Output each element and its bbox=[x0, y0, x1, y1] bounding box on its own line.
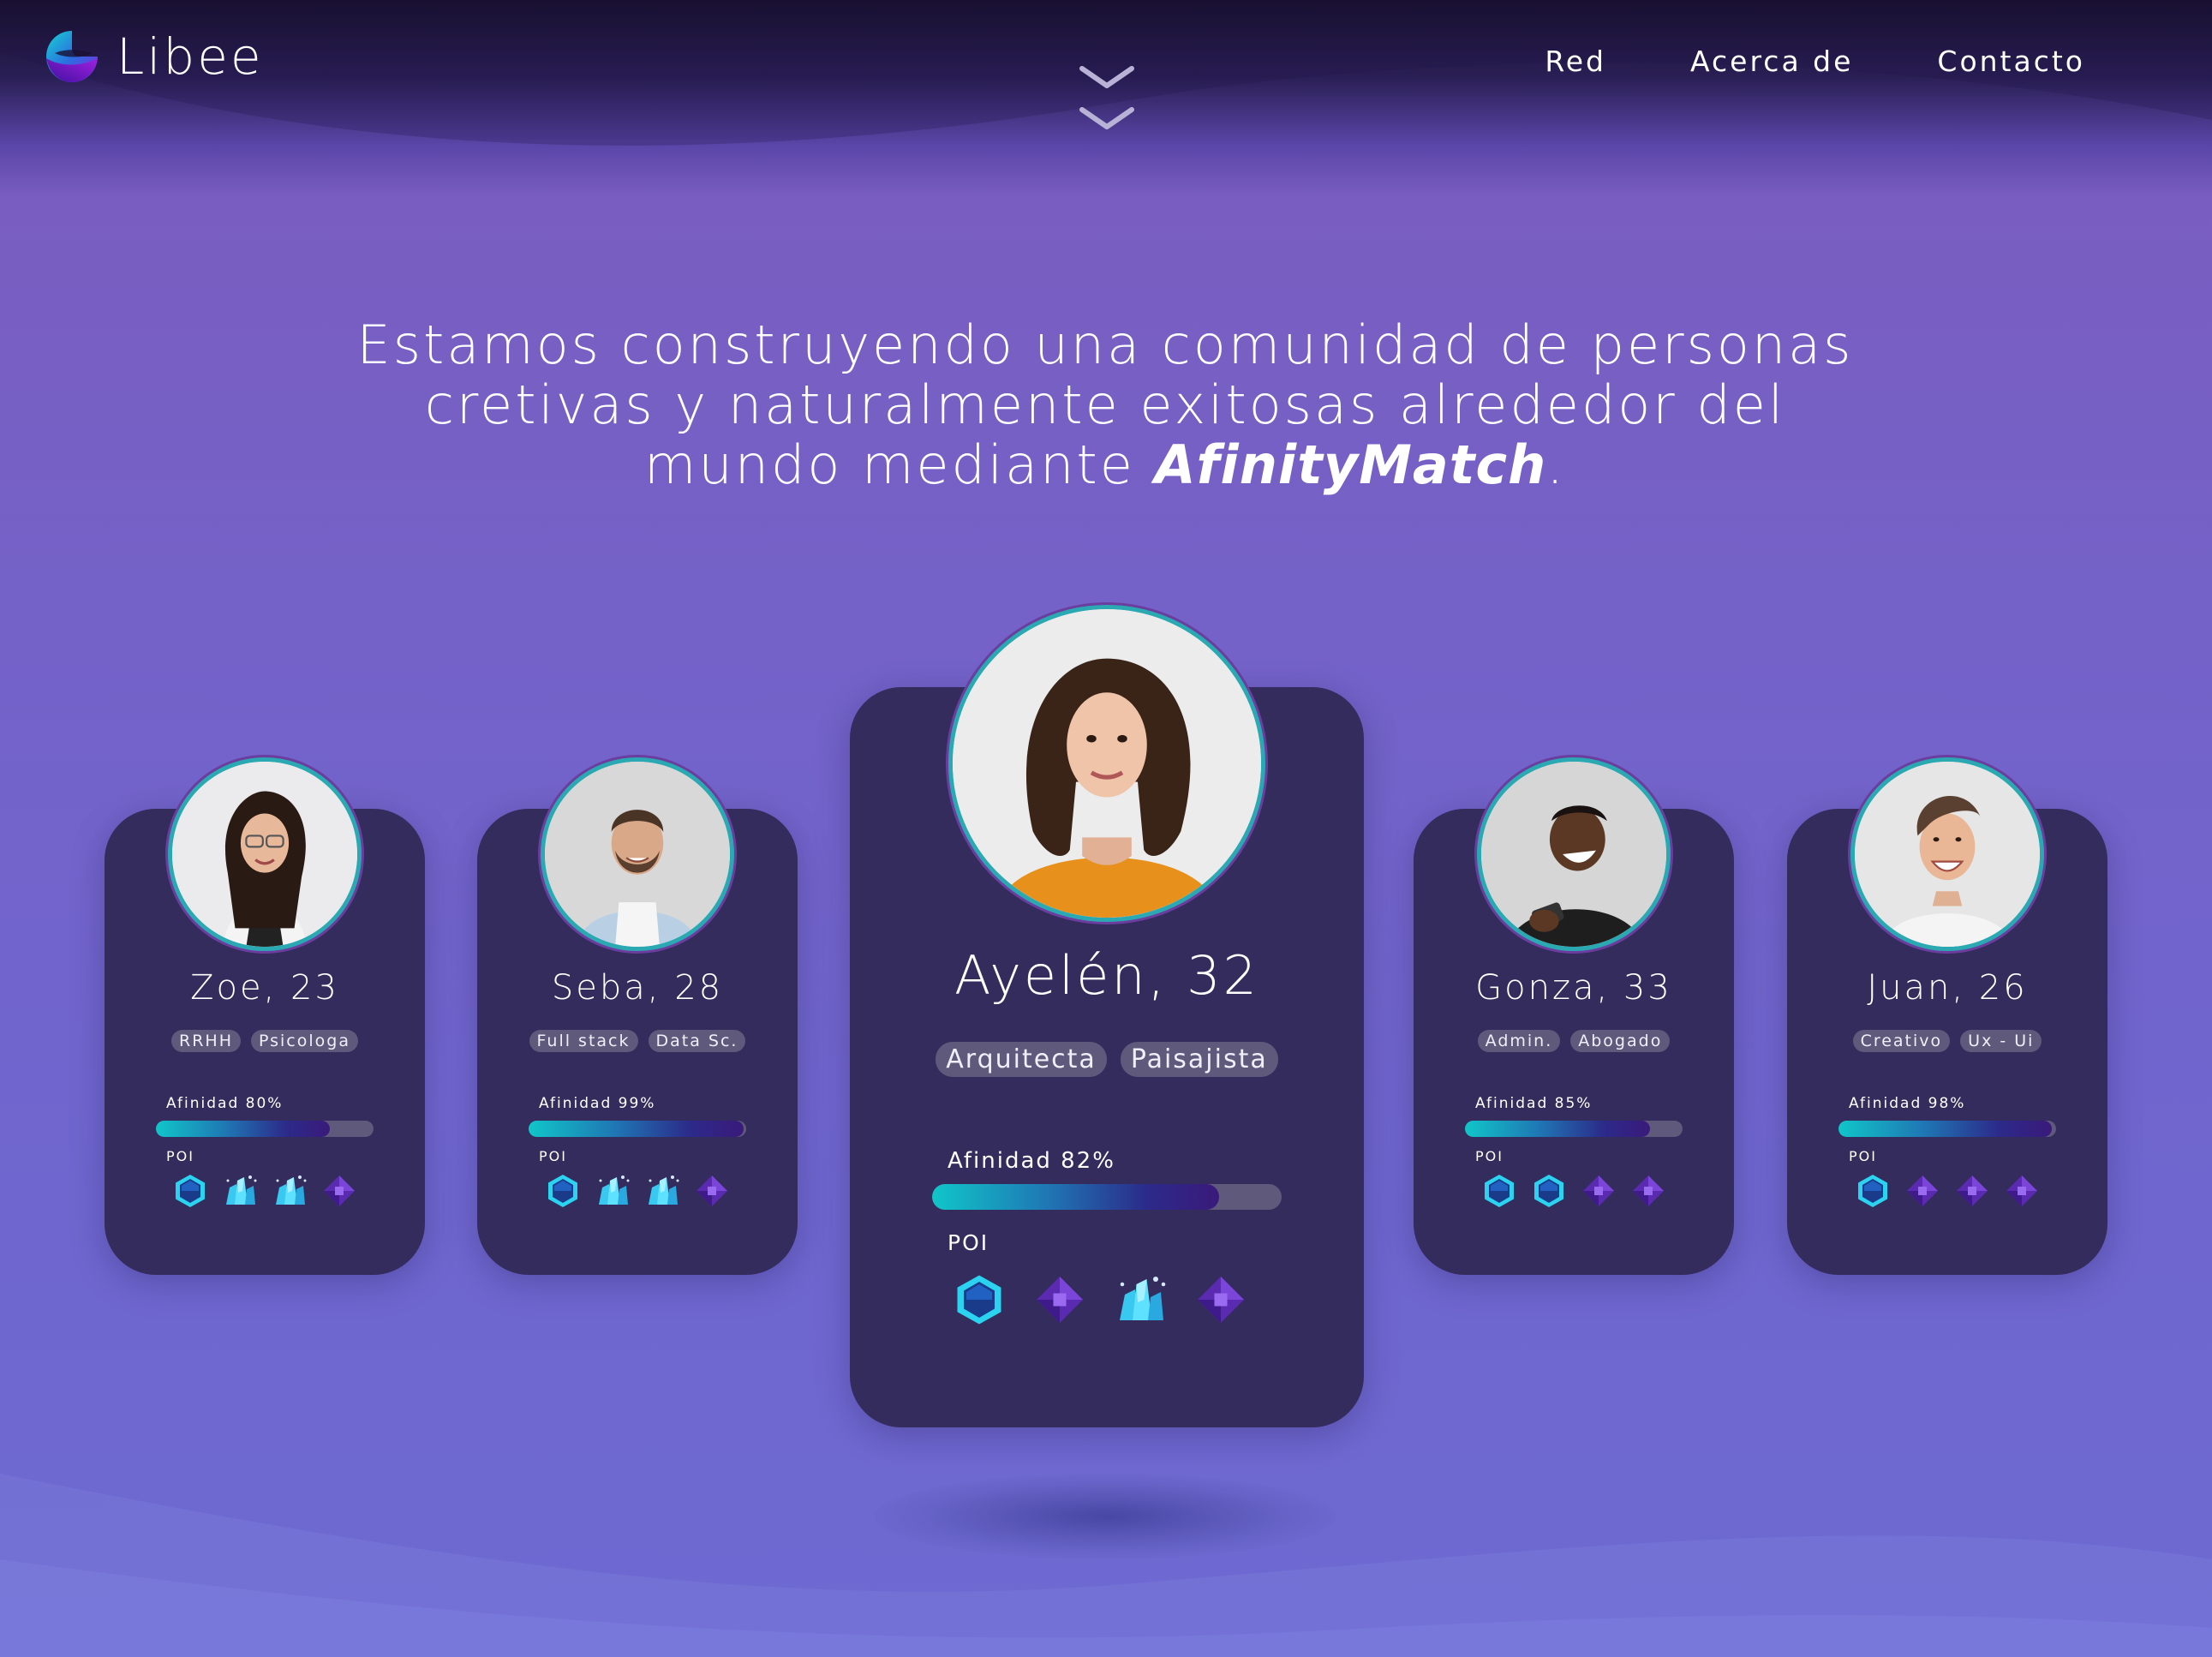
purple-diamond-icon[interactable] bbox=[1580, 1172, 1617, 1210]
affinity-label: Afinidad 99% bbox=[539, 1095, 656, 1112]
nav-link-contacto[interactable]: Contacto bbox=[1937, 45, 2085, 78]
hero-line-3: mundo mediante AfinityMatch. bbox=[334, 435, 1876, 495]
poi-label: POI bbox=[1849, 1148, 1877, 1164]
brand-logo[interactable]: Libee bbox=[43, 27, 264, 86]
poi-label: POI bbox=[539, 1148, 567, 1164]
profile-tag: Paisajista bbox=[1120, 1042, 1278, 1077]
avatar bbox=[1477, 757, 1671, 951]
hero-line-3-period: . bbox=[1546, 434, 1566, 496]
hero-line-3-text: mundo mediante bbox=[644, 434, 1155, 496]
floating-card-shadow bbox=[874, 1474, 1336, 1559]
poi-label: POI bbox=[166, 1148, 194, 1164]
purple-diamond-icon[interactable] bbox=[1629, 1172, 1667, 1210]
profile-tag: Abogado bbox=[1570, 1030, 1671, 1052]
affinity-bar-fill bbox=[932, 1184, 1219, 1210]
affinity-bar bbox=[156, 1121, 374, 1137]
crystal-cluster-icon[interactable] bbox=[271, 1172, 308, 1210]
profile-card-zoe[interactable]: Zoe, 23 RRHH Psicologa Afinidad 80% POI bbox=[105, 757, 425, 1275]
hero-line-2: cretivas y naturalmente exitosas alreded… bbox=[424, 374, 1786, 436]
profile-card-seba[interactable]: Seba, 28 Full stack Data Sc. Afinidad 99… bbox=[477, 757, 798, 1275]
poi-icons bbox=[1854, 1172, 2041, 1210]
profile-tag: Psicologa bbox=[251, 1030, 358, 1052]
main-nav: Red Acerca de Contacto bbox=[1545, 45, 2085, 78]
poi-label: POI bbox=[948, 1230, 989, 1255]
profile-tag: Ux - Ui bbox=[1960, 1030, 2042, 1052]
purple-diamond-icon[interactable] bbox=[1953, 1172, 1991, 1210]
scroll-down-chevrons-icon[interactable] bbox=[1079, 62, 1135, 137]
profile-name: Juan, 26 bbox=[1867, 968, 2028, 1008]
poi-icons bbox=[171, 1172, 358, 1210]
avatar bbox=[948, 605, 1265, 922]
affinity-label: Afinidad 80% bbox=[166, 1095, 284, 1112]
purple-diamond-icon[interactable] bbox=[320, 1172, 358, 1210]
affinity-bar-fill bbox=[156, 1121, 331, 1137]
poi-icons bbox=[1480, 1172, 1667, 1210]
poi-icons bbox=[544, 1172, 731, 1210]
affinity-label: Afinidad 85% bbox=[1475, 1095, 1593, 1112]
libee-logo-icon bbox=[46, 31, 98, 82]
poi-label: POI bbox=[1475, 1148, 1504, 1164]
hexagon-gem-icon[interactable] bbox=[544, 1172, 582, 1210]
profile-tags: Admin. Abogado bbox=[1414, 1030, 1734, 1052]
avatar bbox=[541, 757, 734, 951]
profile-name: Seba, 28 bbox=[551, 968, 724, 1008]
profile-name: Ayelén, 32 bbox=[954, 944, 1259, 1007]
affinity-bar bbox=[932, 1184, 1282, 1210]
nav-link-red[interactable]: Red bbox=[1545, 45, 1606, 78]
profile-card-ayelen[interactable]: Ayelén, 32 Arquitecta Paisajista Afinida… bbox=[850, 605, 1364, 1427]
purple-diamond-icon[interactable] bbox=[1904, 1172, 1941, 1210]
profile-tags: RRHH Psicologa bbox=[105, 1030, 425, 1052]
crystal-cluster-icon[interactable] bbox=[643, 1172, 681, 1210]
hexagon-gem-icon[interactable] bbox=[1530, 1172, 1568, 1210]
affinity-bar-fill bbox=[529, 1121, 744, 1137]
crystal-cluster-icon[interactable] bbox=[594, 1172, 631, 1210]
affinity-bar-fill bbox=[1465, 1121, 1650, 1137]
profile-tag: Admin. bbox=[1477, 1030, 1561, 1052]
avatar bbox=[168, 757, 362, 951]
profile-tags: Creativo Ux - Ui bbox=[1787, 1030, 2107, 1052]
profile-card-juan[interactable]: Juan, 26 Creativo Ux - Ui Afinidad 98% P… bbox=[1787, 757, 2107, 1275]
affinity-label: Afinidad 82% bbox=[948, 1148, 1115, 1174]
profile-tag: Data Sc. bbox=[648, 1030, 746, 1052]
crystal-cluster-icon[interactable] bbox=[1112, 1271, 1169, 1328]
purple-diamond-icon[interactable] bbox=[2003, 1172, 2041, 1210]
profile-tag: Full stack bbox=[529, 1030, 638, 1052]
profile-tags: Arquitecta Paisajista bbox=[850, 1042, 1364, 1077]
hero-headline: Estamos construyendo una comunidad de pe… bbox=[334, 315, 1876, 495]
avatar bbox=[1850, 757, 2044, 951]
nav-link-acerca-de[interactable]: Acerca de bbox=[1690, 45, 1853, 78]
profile-tags: Full stack Data Sc. bbox=[477, 1030, 798, 1052]
brand-name: Libee bbox=[117, 27, 264, 86]
affinity-bar bbox=[1838, 1121, 2056, 1137]
purple-diamond-icon[interactable] bbox=[693, 1172, 731, 1210]
profile-card-gonza[interactable]: Gonza, 33 Admin. Abogado Afinidad 85% PO… bbox=[1414, 757, 1734, 1275]
afinitymatch-brand: AfinityMatch bbox=[1154, 434, 1547, 496]
affinity-bar bbox=[529, 1121, 746, 1137]
profile-name: Zoe, 23 bbox=[190, 968, 339, 1008]
profile-tag: Creativo bbox=[1852, 1030, 1951, 1052]
affinity-bar-fill bbox=[1838, 1121, 2052, 1137]
hero-line-1: Estamos construyendo una comunidad de pe… bbox=[356, 314, 1854, 376]
poi-icons bbox=[951, 1271, 1249, 1328]
hexagon-gem-icon[interactable] bbox=[1854, 1172, 1892, 1210]
profile-tag: RRHH bbox=[171, 1030, 241, 1052]
profile-tag: Arquitecta bbox=[936, 1042, 1107, 1077]
hexagon-gem-icon[interactable] bbox=[171, 1172, 209, 1210]
hexagon-gem-icon[interactable] bbox=[951, 1271, 1007, 1328]
crystal-cluster-icon[interactable] bbox=[221, 1172, 259, 1210]
purple-diamond-icon[interactable] bbox=[1031, 1271, 1088, 1328]
purple-diamond-icon[interactable] bbox=[1193, 1271, 1249, 1328]
hexagon-gem-icon[interactable] bbox=[1480, 1172, 1518, 1210]
affinity-label: Afinidad 98% bbox=[1849, 1095, 1966, 1112]
affinity-bar bbox=[1465, 1121, 1683, 1137]
profile-name: Gonza, 33 bbox=[1475, 968, 1672, 1008]
